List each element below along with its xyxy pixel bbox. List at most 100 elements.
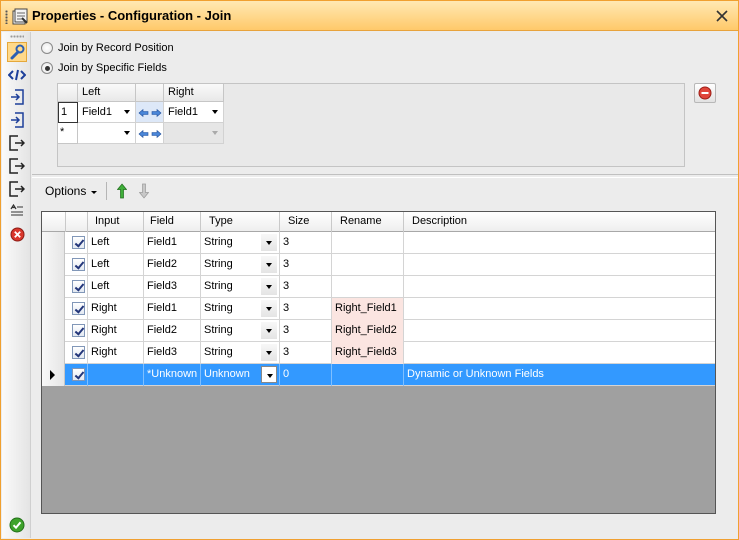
type-select[interactable]: String — [201, 276, 280, 298]
row-selector[interactable] — [42, 232, 65, 254]
table-row[interactable]: Right Field3 String 3 Right_Field3 — [42, 342, 715, 364]
chevron-down-icon[interactable] — [261, 234, 277, 251]
join-new-row-marker: * — [60, 126, 65, 138]
type-select[interactable]: String — [201, 320, 280, 342]
type-select[interactable]: String — [201, 342, 280, 364]
row-selector[interactable] — [42, 298, 65, 320]
description-cell[interactable] — [404, 298, 715, 320]
select-cell[interactable] — [66, 364, 88, 386]
size-cell[interactable]: 3 — [280, 342, 332, 364]
size-cell[interactable]: 3 — [280, 320, 332, 342]
close-icon[interactable] — [714, 8, 730, 24]
input-column-header[interactable]: Input — [88, 212, 144, 232]
type-select[interactable]: String — [201, 254, 280, 276]
rename-cell[interactable] — [332, 232, 404, 254]
table-row[interactable]: Right Field2 String 3 Right_Field2 — [42, 320, 715, 342]
select-cell[interactable] — [66, 298, 88, 320]
type-column-header[interactable]: Type — [201, 212, 280, 232]
rename-cell[interactable] — [332, 364, 404, 386]
errors-button[interactable] — [7, 224, 27, 244]
select-cell[interactable] — [66, 276, 88, 298]
size-cell[interactable]: 3 — [280, 232, 332, 254]
row-selector[interactable] — [42, 342, 65, 364]
input-right-button[interactable] — [7, 110, 27, 130]
field-checkbox[interactable] — [72, 236, 85, 249]
rename-cell[interactable] — [332, 276, 404, 298]
table-row-selected[interactable]: *Unknown Unknown 0 Dynamic or Unknown Fi… — [42, 364, 715, 386]
input-left-button[interactable] — [7, 87, 27, 107]
type-select[interactable]: Unknown — [201, 364, 280, 386]
output-right-button[interactable] — [7, 179, 27, 199]
join-by-position-option[interactable]: Join by Record Position — [41, 42, 174, 54]
row-selector[interactable] — [42, 364, 65, 386]
join-right-field-select[interactable]: Field1 — [164, 102, 224, 123]
join-row-header[interactable]: 1 — [58, 102, 78, 123]
title-bar[interactable]: Properties - Configuration - Join — [1, 1, 738, 31]
field-checkbox[interactable] — [72, 258, 85, 271]
table-row[interactable]: Left Field2 String 3 — [42, 254, 715, 276]
type-select[interactable]: String — [201, 298, 280, 320]
output-join-button[interactable] — [7, 133, 27, 153]
select-cell[interactable] — [66, 254, 88, 276]
select-cell[interactable] — [66, 232, 88, 254]
output-left-button[interactable] — [7, 156, 27, 176]
field-column-header[interactable]: Field — [144, 212, 201, 232]
row-selector[interactable] — [42, 254, 65, 276]
description-cell[interactable] — [404, 254, 715, 276]
join-left-field-select[interactable]: Field1 — [78, 102, 136, 123]
description-column-header[interactable]: Description — [404, 212, 715, 232]
join-new-row-header[interactable]: * — [58, 123, 78, 144]
input-header-label: Input — [95, 215, 120, 227]
move-up-button[interactable] — [114, 182, 130, 200]
size-column-header[interactable]: Size — [280, 212, 332, 232]
description-cell[interactable] — [404, 320, 715, 342]
rename-cell[interactable]: Right_Field3 — [332, 342, 404, 364]
properties-icon — [12, 8, 28, 25]
rename-cell[interactable]: Right_Field1 — [332, 298, 404, 320]
chevron-down-icon[interactable] — [261, 322, 277, 339]
join-by-position-radio[interactable] — [41, 42, 53, 54]
table-row[interactable]: Left Field3 String 3 — [42, 276, 715, 298]
field-checkbox[interactable] — [72, 280, 85, 293]
field-checkbox[interactable] — [72, 368, 85, 381]
type-select[interactable]: String — [201, 232, 280, 254]
move-down-button[interactable] — [136, 182, 152, 200]
size-cell[interactable]: 0 — [280, 364, 332, 386]
size-cell[interactable]: 3 — [280, 276, 332, 298]
chevron-down-icon[interactable] — [261, 344, 277, 361]
rename-cell[interactable]: Right_Field2 — [332, 320, 404, 342]
chevron-down-icon[interactable] — [261, 300, 277, 317]
select-cell[interactable] — [66, 342, 88, 364]
chevron-down-icon[interactable] — [261, 256, 277, 273]
description-cell[interactable]: Dynamic or Unknown Fields — [404, 364, 715, 386]
toolbar-grip[interactable] — [10, 35, 24, 38]
title-grip[interactable] — [5, 10, 8, 24]
field-checkbox[interactable] — [72, 324, 85, 337]
size-cell[interactable]: 3 — [280, 254, 332, 276]
join-by-fields-option[interactable]: Join by Specific Fields — [41, 62, 167, 74]
table-row[interactable]: Left Field1 String 3 — [42, 232, 715, 254]
table-row[interactable]: Right Field1 String 3 Right_Field1 — [42, 298, 715, 320]
select-cell[interactable] — [66, 320, 88, 342]
rename-cell[interactable] — [332, 254, 404, 276]
description-cell[interactable] — [404, 276, 715, 298]
metainfo-button[interactable] — [7, 201, 27, 221]
join-new-left-select[interactable] — [78, 123, 136, 144]
chevron-down-icon[interactable] — [261, 278, 277, 295]
panel-splitter[interactable] — [32, 174, 738, 178]
field-checkbox[interactable] — [72, 346, 85, 359]
join-by-fields-radio[interactable] — [41, 62, 53, 74]
row-selector[interactable] — [42, 320, 65, 342]
options-dropdown-button[interactable]: Options — [40, 182, 102, 200]
field-checkbox[interactable] — [72, 302, 85, 315]
row-selector[interactable] — [42, 276, 65, 298]
configuration-button[interactable] — [7, 42, 27, 62]
size-cell[interactable]: 3 — [280, 298, 332, 320]
description-cell[interactable] — [404, 342, 715, 364]
remove-join-button[interactable] — [694, 83, 716, 103]
annotation-button[interactable] — [7, 65, 27, 85]
chevron-down-icon[interactable] — [261, 366, 277, 383]
rename-column-header[interactable]: Rename — [332, 212, 404, 232]
description-cell[interactable] — [404, 232, 715, 254]
select-all-header[interactable] — [66, 212, 88, 232]
